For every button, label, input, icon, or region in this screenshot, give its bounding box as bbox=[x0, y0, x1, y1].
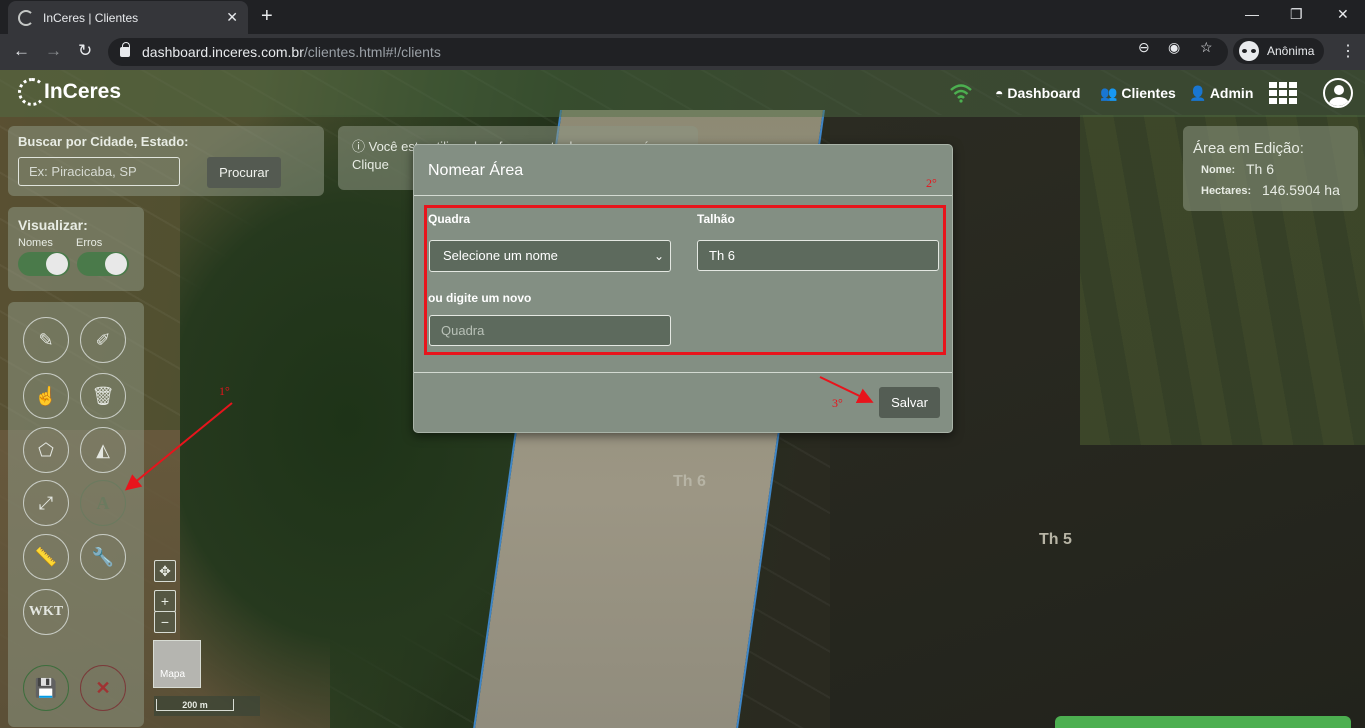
profile-label: Anônima bbox=[1267, 44, 1315, 58]
area-edit-panel: Área em Edição: Nome: Th 6 Hectares: 146… bbox=[1183, 126, 1358, 211]
logo-text: InCeres bbox=[44, 80, 122, 103]
view-title: Visualizar: bbox=[18, 217, 88, 233]
annotation-box bbox=[424, 205, 946, 355]
users-icon: 👥 bbox=[1100, 85, 1122, 101]
draw-pencil-icon[interactable]: ✎ bbox=[23, 317, 69, 363]
area-title: Área em Edição: bbox=[1193, 140, 1304, 157]
site-favicon-icon bbox=[18, 9, 34, 26]
polygon-icon[interactable]: ◭ bbox=[80, 427, 126, 473]
dashboard-gauge-icon: ◓ bbox=[995, 85, 1008, 101]
lock-icon bbox=[120, 42, 130, 57]
city-search-input[interactable]: Ex: Piracicaba, SP bbox=[18, 157, 180, 186]
nav-dashboard-label: Dashboard bbox=[1007, 85, 1081, 101]
wrench-icon[interactable]: 🔧 bbox=[80, 534, 126, 580]
forward-arrow-icon[interactable]: → bbox=[45, 41, 62, 61]
modal-title: Nomear Área bbox=[428, 162, 524, 179]
save-button[interactable]: Salvar bbox=[879, 387, 940, 418]
connection-wifi-icon bbox=[950, 84, 972, 103]
save-floppy-icon[interactable]: 💾 bbox=[23, 665, 69, 711]
bookmark-star-icon[interactable]: ☆ bbox=[1200, 39, 1213, 56]
tools-panel: ✎ ✐ ☝ 🗑 ⬠ ◭ ⤢ A 📏 🔧 WKT 💾 ✕ bbox=[8, 302, 144, 727]
browser-menu-icon[interactable]: ⋮ bbox=[1340, 41, 1356, 61]
trash-icon[interactable]: 🗑 bbox=[80, 373, 126, 419]
browser-tab[interactable]: InCeres | Clientes ✕ bbox=[8, 1, 248, 34]
zoom-out-button[interactable]: − bbox=[154, 611, 176, 633]
minimize-icon[interactable]: — bbox=[1245, 6, 1259, 22]
browser-tab-bar: InCeres | Clientes ✕ + — ❐ ✕ bbox=[0, 0, 1365, 34]
rename-text-icon[interactable]: A bbox=[80, 480, 126, 526]
scale-bar: 200 m bbox=[154, 696, 260, 716]
zoom-icon[interactable]: ⊖ bbox=[1138, 39, 1150, 56]
incognito-icon bbox=[1239, 41, 1259, 61]
nav-admin[interactable]: 👤 Admin bbox=[1189, 85, 1253, 102]
nav-clientes-label: Clientes bbox=[1121, 85, 1176, 101]
tab-title: InCeres | Clientes bbox=[43, 10, 139, 25]
area-hectares-value: 146.5904 ha bbox=[1262, 182, 1340, 198]
search-label: Buscar por Cidade, Estado: bbox=[18, 134, 189, 149]
tab-close-icon[interactable]: ✕ bbox=[226, 9, 238, 26]
toggle-names-label: Nomes bbox=[18, 237, 53, 249]
toggle-errors[interactable] bbox=[77, 252, 129, 276]
zoom-in-button[interactable]: + bbox=[154, 590, 176, 612]
cancel-x-icon[interactable]: ✕ bbox=[80, 665, 126, 711]
reload-icon[interactable]: ↻ bbox=[78, 41, 92, 61]
map-label-th5: Th 5 bbox=[1039, 531, 1072, 548]
nav-dashboard[interactable]: ◓ Dashboard bbox=[995, 85, 1080, 101]
annotation-step2: 2° bbox=[926, 176, 937, 190]
window-close-icon[interactable]: ✕ bbox=[1337, 6, 1349, 23]
toggle-errors-label: Erros bbox=[76, 237, 103, 249]
annotation-step1: 1° bbox=[219, 384, 230, 398]
map-label-th6: Th 6 bbox=[673, 473, 706, 490]
wkt-button[interactable]: WKT bbox=[23, 589, 69, 635]
new-tab-button[interactable]: + bbox=[261, 6, 273, 26]
user-avatar-icon[interactable] bbox=[1323, 78, 1353, 108]
help-circle-icon: ⓘ bbox=[352, 139, 369, 154]
search-panel: Buscar por Cidade, Estado: Ex: Piracicab… bbox=[8, 126, 324, 196]
address-bar[interactable]: dashboard.inceres.com.br/clientes.html#!… bbox=[108, 38, 1228, 66]
ruler-icon[interactable]: 📏 bbox=[23, 534, 69, 580]
browser-toolbar: ← → ↻ dashboard.inceres.com.br/clientes.… bbox=[0, 34, 1365, 70]
nav-admin-label: Admin bbox=[1209, 85, 1254, 101]
apps-grid-icon[interactable] bbox=[1269, 82, 1297, 104]
expand-icon[interactable]: ⤢ bbox=[23, 480, 69, 526]
toggle-names[interactable] bbox=[18, 252, 70, 276]
area-hectares-key: Hectares: bbox=[1201, 185, 1252, 197]
inceres-logo[interactable]: InCeres bbox=[18, 78, 121, 106]
modal-divider-bottom bbox=[414, 372, 952, 373]
user-plus-icon: 👤 bbox=[1189, 85, 1210, 101]
pan-move-icon[interactable]: ✥ bbox=[154, 560, 176, 582]
back-arrow-icon[interactable]: ← bbox=[13, 41, 30, 61]
url-path: /clientes.html#!/clients bbox=[303, 44, 441, 60]
modal-divider-top bbox=[414, 195, 952, 196]
green-action-bar[interactable] bbox=[1055, 716, 1351, 728]
logo-ring-icon bbox=[18, 78, 46, 106]
app-navbar: InCeres ◓ Dashboard 👥 Clientes 👤 Admin bbox=[0, 70, 1365, 117]
scale-bar-label: 200 m bbox=[156, 699, 234, 711]
nav-clientes[interactable]: 👥 Clientes bbox=[1100, 85, 1176, 102]
search-button[interactable]: Procurar bbox=[207, 157, 281, 188]
url-host: dashboard.inceres.com.br bbox=[142, 44, 304, 60]
profile-button[interactable]: Anônima bbox=[1233, 38, 1325, 64]
area-name-key: Nome: bbox=[1201, 164, 1236, 176]
add-polygon-icon[interactable]: ⬠ bbox=[23, 427, 69, 473]
edit-shape-icon[interactable]: ✐ bbox=[80, 317, 126, 363]
view-panel: Visualizar: Nomes Erros bbox=[8, 207, 144, 291]
tracking-blocked-icon[interactable]: ◉ bbox=[1168, 39, 1180, 56]
map-type-toggle[interactable]: Mapa bbox=[153, 640, 201, 688]
restore-icon[interactable]: ❐ bbox=[1290, 6, 1303, 23]
select-hand-icon[interactable]: ☝ bbox=[23, 373, 69, 419]
area-name-value: Th 6 bbox=[1246, 161, 1275, 177]
annotation-step3: 3° bbox=[832, 396, 843, 410]
